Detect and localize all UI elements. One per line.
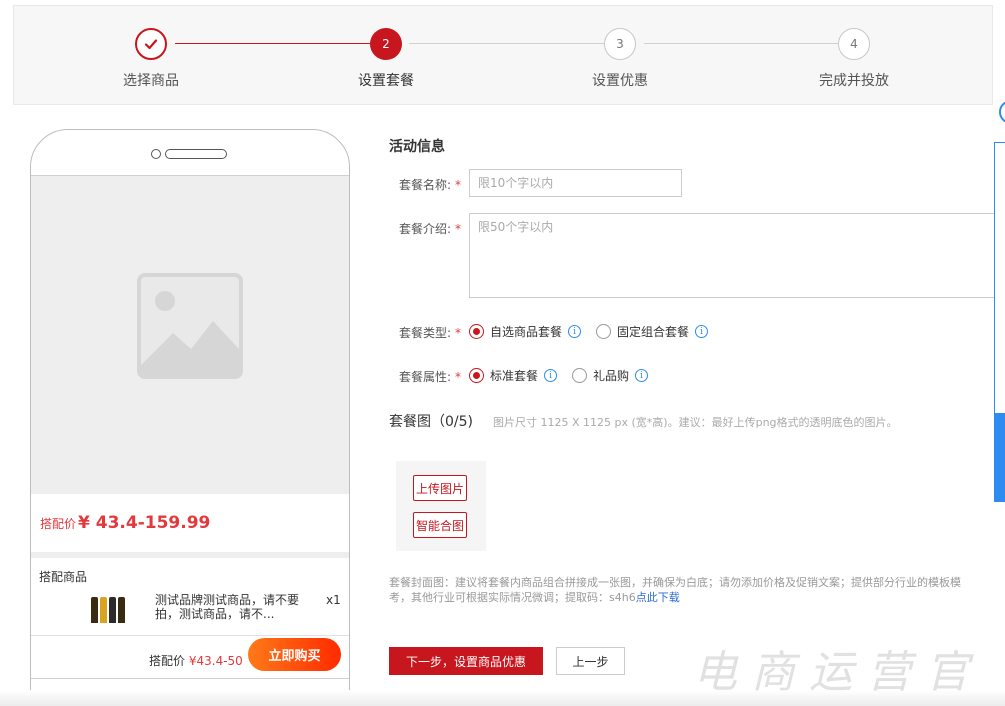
progress-stepper: 选择商品 2 设置套餐 3 设置优惠 4 完成并投放 <box>13 5 993 105</box>
smart-merge-button[interactable]: 智能合图 <box>413 512 467 538</box>
package-image-placeholder <box>31 176 349 494</box>
radio-icon[interactable] <box>596 324 611 339</box>
price-label: 搭配价 <box>40 516 77 531</box>
image-hint: 图片尺寸 1125 X 1125 px (宽*高)。建议：最好上传png格式的透… <box>493 416 898 429</box>
bottom-price-label: 搭配价 <box>149 654 186 668</box>
cover-note-line: 套餐封面图：建议将套餐内商品组合拼接成一张图，并确保为白底；请勿添加价格及促销文… <box>389 576 961 589</box>
type-radio-custom[interactable]: 自选商品套餐 i <box>469 323 582 340</box>
combo-item-name: 测试品牌测试商品，请不要拍，测试商品，请不... <box>155 593 300 621</box>
required-mark: * <box>455 326 462 340</box>
required-mark: * <box>455 222 462 236</box>
upload-image-button[interactable]: 上传图片 <box>413 475 467 501</box>
info-icon[interactable]: i <box>544 369 558 382</box>
attr-radio-gift[interactable]: 礼品购 i <box>572 367 649 384</box>
intro-label-text: 套餐介绍: <box>399 222 452 236</box>
preview-price-row: 搭配价 ¥ 43.4-159.99 <box>31 494 349 558</box>
info-icon[interactable]: i <box>695 325 709 338</box>
step-label: 选择商品 <box>123 73 179 89</box>
preview-bottom-bar: 搭配价 ¥43.4-50 立即购买 <box>31 635 349 679</box>
attr-radio-standard[interactable]: 标准套餐 i <box>469 367 558 384</box>
buy-now-button[interactable]: 立即购买 <box>248 638 341 671</box>
speaker-icon <box>165 149 227 159</box>
required-mark: * <box>455 178 462 192</box>
cover-note-text: 考，其他行业可根据实际情况微调；提取码：s4h6 <box>389 591 636 604</box>
check-icon <box>135 28 167 60</box>
info-icon[interactable]: i <box>568 325 582 338</box>
intro-label: 套餐介绍: * <box>399 220 461 237</box>
section-title: 活动信息 <box>389 139 445 155</box>
side-panel-button[interactable] <box>995 413 1005 501</box>
cover-note-line: 考，其他行业可根据实际情况微调；提取码：s4h6点此下载 <box>389 590 1005 605</box>
phone-top-bezel <box>31 130 349 176</box>
upload-area: 上传图片 智能合图 <box>396 461 486 551</box>
radio-label: 礼品购 <box>593 369 630 383</box>
bottom-price: 搭配价 ¥43.4-50 <box>149 652 243 669</box>
bottom-price-value: ¥43.4-50 <box>188 654 243 668</box>
step-label: 设置优惠 <box>592 73 648 89</box>
page-root: 选择商品 2 设置套餐 3 设置优惠 4 完成并投放 搭配价 ¥ 43.4-15… <box>0 0 1005 706</box>
radio-label: 标准套餐 <box>490 369 539 383</box>
combo-item-qty: x1 <box>326 593 341 607</box>
name-label: 套餐名称: * <box>399 176 461 193</box>
radio-selected-icon[interactable] <box>469 368 484 383</box>
price-value: ¥ 43.4-159.99 <box>78 513 211 533</box>
radio-selected-icon[interactable] <box>469 324 484 339</box>
download-link[interactable]: 点此下载 <box>636 591 680 604</box>
next-step-button[interactable]: 下一步，设置商品优惠 <box>389 647 543 675</box>
combo-item: 测试品牌测试商品，请不要拍，测试商品，请不... x1 <box>31 585 349 629</box>
step-number: 4 <box>838 28 870 60</box>
step-set-package: 2 设置套餐 <box>326 28 446 90</box>
info-icon[interactable]: i <box>635 369 649 382</box>
step-finish: 4 完成并投放 <box>794 28 914 90</box>
watermark: 电商运营官 <box>693 647 983 698</box>
image-section-title: 套餐图（0/5) <box>389 414 473 430</box>
help-circle-icon[interactable] <box>999 100 1005 124</box>
type-label: 套餐类型: * <box>399 324 461 341</box>
name-label-text: 套餐名称: <box>399 178 452 192</box>
step-number: 3 <box>604 28 636 60</box>
cover-note: 套餐封面图：建议将套餐内商品组合拼接成一张图，并确保为白底；请勿添加价格及促销文… <box>389 575 1005 605</box>
type-radio-fixed[interactable]: 固定组合套餐 i <box>596 323 709 340</box>
combo-section-title: 搭配商品 <box>39 570 88 584</box>
required-mark: * <box>455 370 462 384</box>
side-panel[interactable] <box>994 142 1005 502</box>
phone-preview: 搭配价 ¥ 43.4-159.99 搭配商品 测试品牌测试商品，请不要拍，测试商… <box>30 129 350 706</box>
camera-icon <box>151 149 161 159</box>
radio-label: 自选商品套餐 <box>490 325 563 339</box>
type-label-text: 套餐类型: <box>399 326 452 340</box>
image-placeholder-icon <box>137 273 243 379</box>
radio-label: 固定组合套餐 <box>617 325 690 339</box>
package-name-input[interactable]: 限10个字以内 <box>469 169 682 197</box>
package-intro-textarea[interactable]: 限50个字以内 <box>469 213 1005 298</box>
step-number: 2 <box>370 28 402 60</box>
radio-icon[interactable] <box>572 368 587 383</box>
prev-step-button[interactable]: 上一步 <box>556 647 625 675</box>
attr-label: 套餐属性: * <box>399 368 461 385</box>
attr-label-text: 套餐属性: <box>399 370 452 384</box>
step-label: 设置套餐 <box>358 73 414 89</box>
step-set-discount: 3 设置优惠 <box>560 28 680 90</box>
step-select-product: 选择商品 <box>91 28 211 90</box>
step-label: 完成并投放 <box>819 73 889 89</box>
